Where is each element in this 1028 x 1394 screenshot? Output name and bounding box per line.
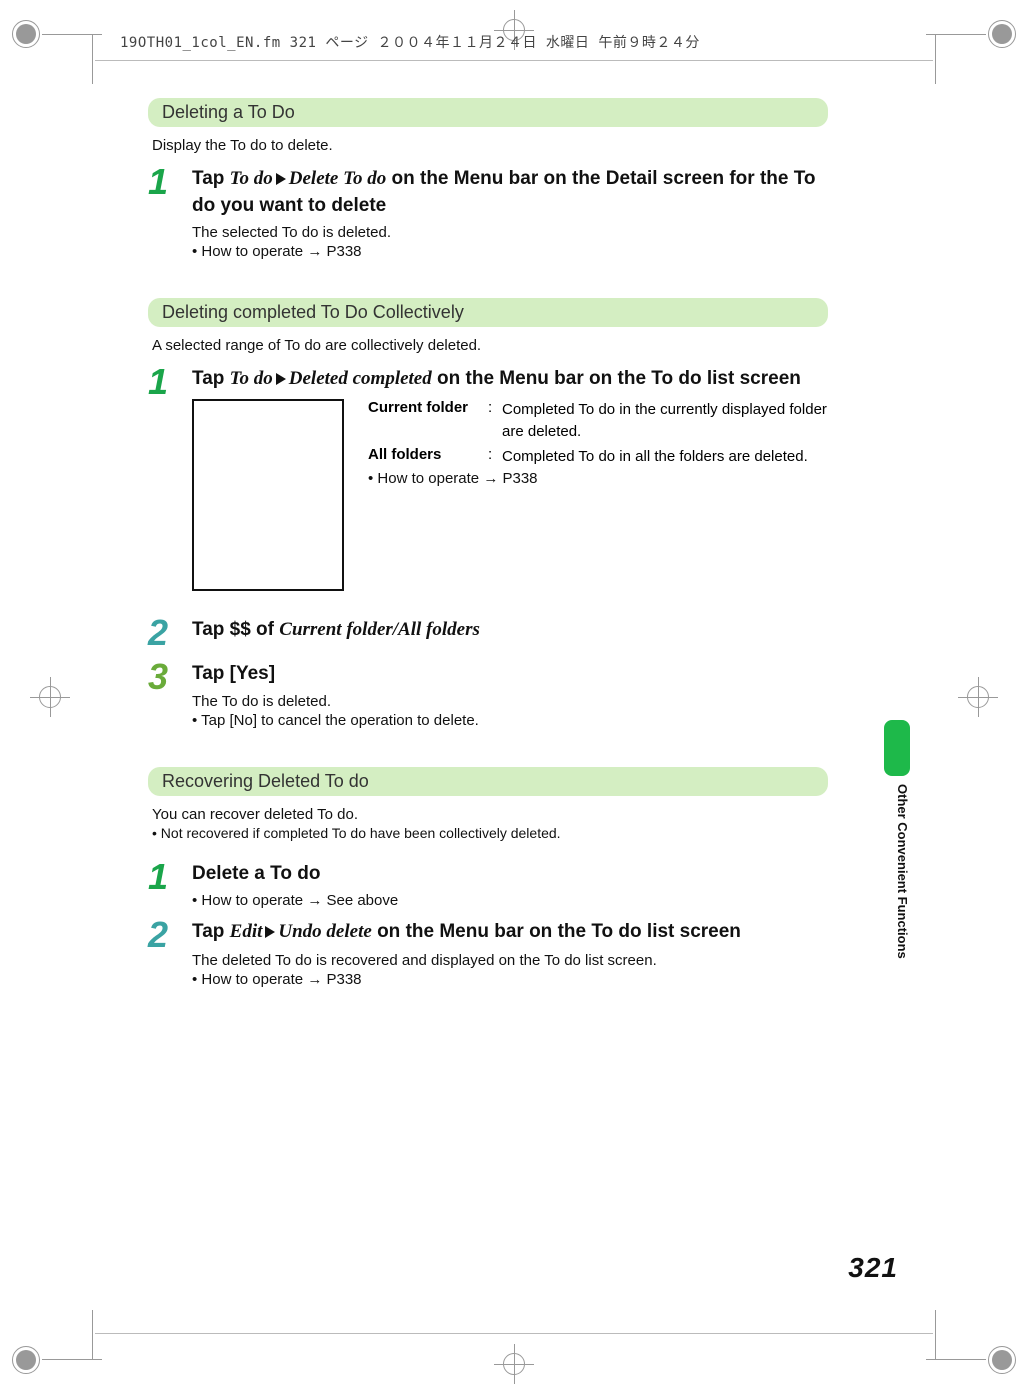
trim-line-bottom bbox=[95, 1333, 933, 1334]
trim-line-top bbox=[95, 60, 933, 61]
triangle-right-icon bbox=[276, 167, 286, 193]
screenshot-placeholder bbox=[192, 399, 344, 591]
side-tab: Other Convenient Functions bbox=[884, 720, 910, 1010]
step-number: 1 bbox=[148, 859, 192, 895]
section1-intro: Display the To do to delete. bbox=[152, 137, 828, 154]
file-meta-header: 19OTH01_1col_EN.fm 321 ページ ２００４年１１月２４日 水… bbox=[120, 32, 700, 52]
step-bullet: How to operate → See above bbox=[192, 892, 828, 909]
section2-step3: 3 Tap [Yes] The To do is deleted. Tap [N… bbox=[148, 661, 828, 729]
section2-intro: A selected range of To do are collective… bbox=[152, 337, 828, 354]
crop-mark-bl bbox=[12, 1294, 92, 1374]
side-tab-label: Other Convenient Functions bbox=[884, 784, 910, 959]
reg-mark-bottom bbox=[494, 1344, 534, 1384]
section-heading-deleting-collectively: Deleting completed To Do Collectively bbox=[148, 298, 828, 327]
step-title: Tap [Yes] bbox=[192, 661, 828, 687]
page-number: 321 bbox=[848, 1252, 898, 1284]
step-title: Tap To doDeleted completed on the Menu b… bbox=[192, 366, 828, 393]
section3-intro: You can recover deleted To do. bbox=[152, 806, 828, 823]
step-title: Tap EditUndo delete on the Menu bar on t… bbox=[192, 919, 828, 946]
page: 19OTH01_1col_EN.fm 321 ページ ２００４年１１月２４日 水… bbox=[0, 0, 1028, 1394]
section-heading-recovering: Recovering Deleted To do bbox=[148, 767, 828, 796]
crop-mark-br bbox=[936, 1294, 1016, 1374]
step-title: Tap To doDelete To do on the Menu bar on… bbox=[192, 166, 828, 218]
step-number: 2 bbox=[148, 917, 192, 953]
step-bullet: How to operate → P338 bbox=[192, 971, 828, 988]
definition-table: Current folder : Completed To do in the … bbox=[368, 399, 828, 591]
section3-step1: 1 Delete a To do How to operate → See ab… bbox=[148, 861, 828, 910]
step-number: 2 bbox=[148, 615, 192, 651]
step-bullet: How to operate → P338 bbox=[368, 470, 828, 487]
section2-step1: 1 Tap To doDeleted completed on the Menu… bbox=[148, 366, 828, 591]
step-title: Tap $$ of Current folder/All folders bbox=[192, 617, 828, 643]
step-bullet: Tap [No] to cancel the operation to dele… bbox=[192, 712, 828, 729]
step-bullet: How to operate → P338 bbox=[192, 243, 828, 260]
def-term: All folders bbox=[368, 446, 488, 469]
step-number: 1 bbox=[148, 164, 192, 200]
section3-step2: 2 Tap EditUndo delete on the Menu bar on… bbox=[148, 919, 828, 988]
step-number: 3 bbox=[148, 659, 192, 695]
step-note: The To do is deleted. bbox=[192, 693, 828, 710]
def-desc: Completed To do in all the folders are d… bbox=[502, 446, 828, 469]
triangle-right-icon bbox=[276, 367, 286, 393]
step-number: 1 bbox=[148, 364, 192, 400]
section1-step1: 1 Tap To doDelete To do on the Menu bar … bbox=[148, 166, 828, 260]
crop-mark-tl bbox=[12, 20, 92, 100]
def-desc: Completed To do in the currently display… bbox=[502, 399, 828, 444]
crop-mark-tr bbox=[936, 20, 1016, 100]
section2-step2: 2 Tap $$ of Current folder/All folders bbox=[148, 617, 828, 651]
section-heading-deleting: Deleting a To Do bbox=[148, 98, 828, 127]
reg-mark-left bbox=[30, 677, 70, 717]
side-tab-bar bbox=[884, 720, 910, 776]
page-content: Deleting a To Do Display the To do to de… bbox=[148, 98, 828, 998]
triangle-right-icon bbox=[265, 920, 275, 946]
step-title: Delete a To do bbox=[192, 861, 828, 887]
def-term: Current folder bbox=[368, 399, 488, 444]
step-note: The selected To do is deleted. bbox=[192, 224, 828, 241]
section3-intro-bullet: Not recovered if completed To do have be… bbox=[152, 825, 561, 841]
reg-mark-right bbox=[958, 677, 998, 717]
step-note: The deleted To do is recovered and displ… bbox=[192, 952, 828, 969]
